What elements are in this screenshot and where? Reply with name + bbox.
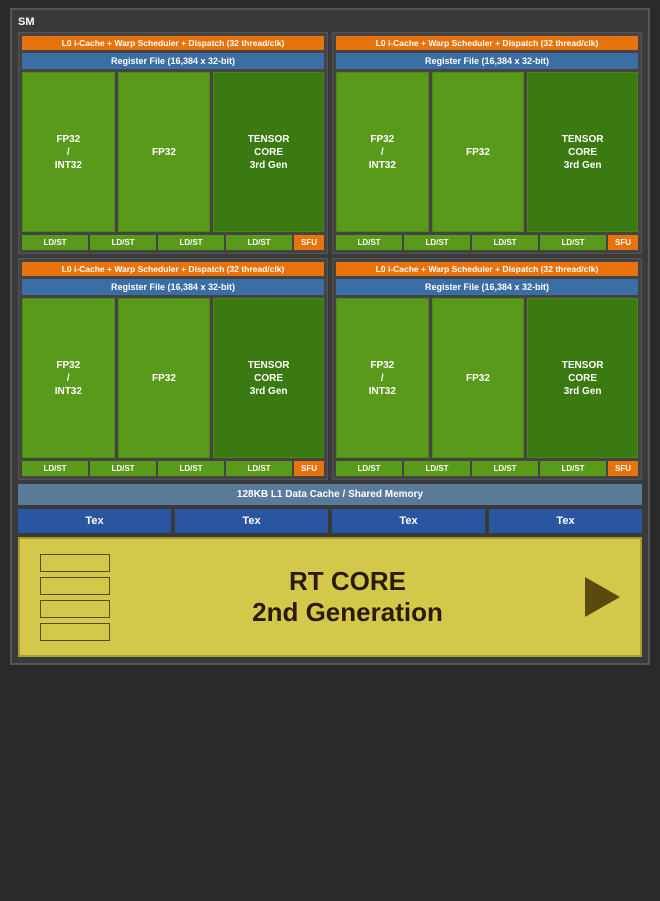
register-file-2: Register File (16,384 x 32-bit): [336, 53, 638, 69]
sm-container: SM L0 i-Cache + Warp Scheduler + Dispatc…: [10, 8, 650, 665]
sfu-3: SFU: [294, 461, 324, 476]
quadrant-4: L0 i-Cache + Warp Scheduler + Dispatch (…: [332, 258, 642, 480]
ldst-3-3: LD/ST: [158, 461, 224, 476]
rt-core-label: RT CORE2nd Generation: [130, 566, 565, 628]
rt-diagram-box-4: [40, 623, 110, 641]
ldst-3-2: LD/ST: [90, 461, 156, 476]
bottom-row-1: LD/ST LD/ST LD/ST LD/ST SFU: [22, 235, 324, 250]
tex-block-3: Tex: [332, 509, 485, 533]
fp32-int32-label-1: FP32/INT32: [55, 133, 82, 172]
ldst-1-3: LD/ST: [158, 235, 224, 250]
fp32-block-3: FP32: [118, 298, 211, 458]
tensor-core-label-4: TENSORCORE3rd Gen: [562, 359, 604, 398]
rt-diagram-box-3: [40, 600, 110, 618]
fp32-block-2: FP32: [432, 72, 525, 232]
ldst-1-4: LD/ST: [226, 235, 292, 250]
fp32-int32-block-3: FP32/INT32: [22, 298, 115, 458]
fp32-label-4: FP32: [466, 372, 490, 385]
cores-area-2: FP32/INT32 FP32 TENSORCORE3rd Gen: [336, 72, 638, 232]
ldst-4-4: LD/ST: [540, 461, 606, 476]
tex-row: Tex Tex Tex Tex: [18, 509, 642, 533]
ldst-1-2: LD/ST: [90, 235, 156, 250]
l1-cache-bar: 128KB L1 Data Cache / Shared Memory: [18, 484, 642, 505]
quadrant-2: L0 i-Cache + Warp Scheduler + Dispatch (…: [332, 32, 642, 254]
ldst-1-1: LD/ST: [22, 235, 88, 250]
quadrant-3: L0 i-Cache + Warp Scheduler + Dispatch (…: [18, 258, 328, 480]
fp32-int32-block-4: FP32/INT32: [336, 298, 429, 458]
rt-triangle-icon: [585, 577, 620, 617]
cores-area-1: FP32/INT32 FP32 TENSORCORE3rd Gen: [22, 72, 324, 232]
tensor-core-block-4: TENSORCORE3rd Gen: [527, 298, 638, 458]
tensor-core-block-1: TENSORCORE3rd Gen: [213, 72, 324, 232]
l0-banner-1: L0 i-Cache + Warp Scheduler + Dispatch (…: [22, 36, 324, 50]
fp32-int32-label-3: FP32/INT32: [55, 359, 82, 398]
ldst-2-2: LD/ST: [404, 235, 470, 250]
register-file-3: Register File (16,384 x 32-bit): [22, 279, 324, 295]
fp32-block-4: FP32: [432, 298, 525, 458]
l0-banner-4: L0 i-Cache + Warp Scheduler + Dispatch (…: [336, 262, 638, 276]
fp32-label-1: FP32: [152, 146, 176, 159]
tensor-core-block-3: TENSORCORE3rd Gen: [213, 298, 324, 458]
bottom-row-4: LD/ST LD/ST LD/ST LD/ST SFU: [336, 461, 638, 476]
sfu-2: SFU: [608, 235, 638, 250]
rt-core-section: RT CORE2nd Generation: [18, 537, 642, 657]
l0-banner-2: L0 i-Cache + Warp Scheduler + Dispatch (…: [336, 36, 638, 50]
ldst-4-1: LD/ST: [336, 461, 402, 476]
tensor-core-block-2: TENSORCORE3rd Gen: [527, 72, 638, 232]
sfu-4: SFU: [608, 461, 638, 476]
ldst-4-2: LD/ST: [404, 461, 470, 476]
ldst-4-3: LD/ST: [472, 461, 538, 476]
register-file-1: Register File (16,384 x 32-bit): [22, 53, 324, 69]
register-file-4: Register File (16,384 x 32-bit): [336, 279, 638, 295]
ldst-2-1: LD/ST: [336, 235, 402, 250]
ldst-3-1: LD/ST: [22, 461, 88, 476]
tex-block-2: Tex: [175, 509, 328, 533]
tex-block-1: Tex: [18, 509, 171, 533]
ldst-2-3: LD/ST: [472, 235, 538, 250]
tensor-core-label-2: TENSORCORE3rd Gen: [562, 133, 604, 172]
fp32-block-1: FP32: [118, 72, 211, 232]
rt-arrow-area: [585, 577, 620, 617]
sfu-1: SFU: [294, 235, 324, 250]
tex-block-4: Tex: [489, 509, 642, 533]
tensor-core-label-1: TENSORCORE3rd Gen: [248, 133, 290, 172]
rt-diagram-box-2: [40, 577, 110, 595]
quadrant-1: L0 i-Cache + Warp Scheduler + Dispatch (…: [18, 32, 328, 254]
rt-core-diagram: [40, 554, 110, 641]
cores-area-4: FP32/INT32 FP32 TENSORCORE3rd Gen: [336, 298, 638, 458]
ldst-3-4: LD/ST: [226, 461, 292, 476]
fp32-label-3: FP32: [152, 372, 176, 385]
fp32-int32-block-2: FP32/INT32: [336, 72, 429, 232]
bottom-row-2: LD/ST LD/ST LD/ST LD/ST SFU: [336, 235, 638, 250]
fp32-int32-label-2: FP32/INT32: [369, 133, 396, 172]
fp32-int32-block-1: FP32/INT32: [22, 72, 115, 232]
tensor-core-label-3: TENSORCORE3rd Gen: [248, 359, 290, 398]
sm-label: SM: [18, 16, 642, 28]
l0-banner-3: L0 i-Cache + Warp Scheduler + Dispatch (…: [22, 262, 324, 276]
rt-diagram-box-1: [40, 554, 110, 572]
bottom-row-3: LD/ST LD/ST LD/ST LD/ST SFU: [22, 461, 324, 476]
fp32-int32-label-4: FP32/INT32: [369, 359, 396, 398]
fp32-label-2: FP32: [466, 146, 490, 159]
cores-area-3: FP32/INT32 FP32 TENSORCORE3rd Gen: [22, 298, 324, 458]
quadrants-grid: L0 i-Cache + Warp Scheduler + Dispatch (…: [18, 32, 642, 480]
ldst-2-4: LD/ST: [540, 235, 606, 250]
